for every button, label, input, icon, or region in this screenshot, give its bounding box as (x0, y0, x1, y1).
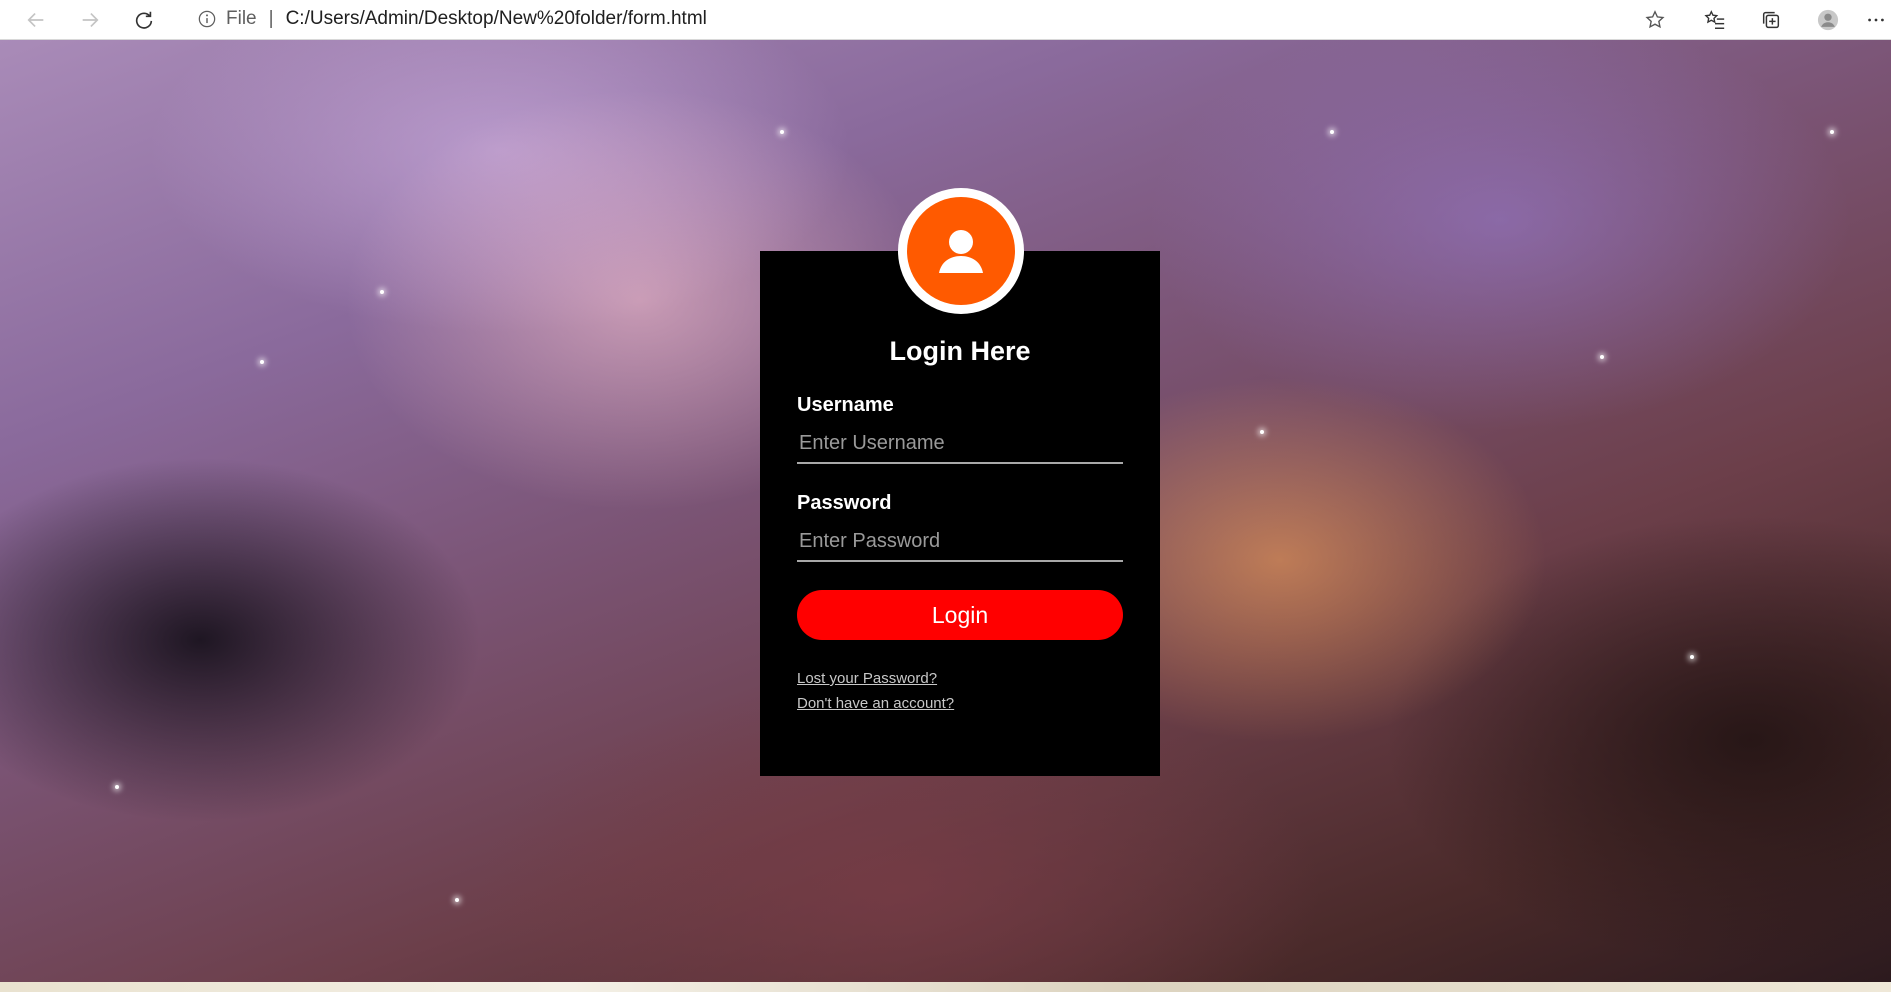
star-sparkle (780, 130, 784, 134)
site-label: File (226, 8, 257, 29)
refresh-button[interactable] (128, 4, 160, 36)
profile-button[interactable] (1812, 4, 1844, 36)
star-sparkle (380, 290, 384, 294)
star-sparkle (260, 360, 264, 364)
more-icon (1868, 18, 1884, 22)
login-button[interactable]: Login (797, 590, 1123, 640)
signup-link[interactable]: Don't have an account? (797, 695, 954, 712)
address-bar[interactable]: File | C:/Users/Admin/Desktop/New%20fold… (180, 2, 1630, 36)
forward-button[interactable] (74, 4, 106, 36)
profile-icon (1817, 9, 1839, 31)
username-label: Username (797, 394, 894, 416)
back-button[interactable] (20, 4, 52, 36)
more-button[interactable] (1862, 4, 1890, 36)
star-icon (1645, 10, 1665, 29)
taskbar-edge (0, 982, 1891, 992)
password-input[interactable] (797, 522, 1123, 562)
star-sparkle (1600, 355, 1604, 359)
avatar-badge (907, 197, 1015, 305)
star-sparkle (115, 785, 119, 789)
star-sparkle (1330, 130, 1334, 134)
favorite-star-button[interactable] (1639, 4, 1671, 36)
star-sparkle (1830, 130, 1834, 134)
refresh-icon (135, 11, 153, 29)
arrow-left-icon (27, 12, 44, 28)
username-input[interactable] (797, 424, 1123, 464)
user-icon (939, 230, 983, 273)
star-sparkle (1690, 655, 1694, 659)
address-separator: | (268, 8, 274, 29)
star-sparkle (1260, 430, 1264, 434)
favorites-icon (1704, 10, 1725, 29)
url-text[interactable]: C:/Users/Admin/Desktop/New%20folder/form… (286, 8, 707, 30)
password-label: Password (797, 492, 892, 514)
favorites-button[interactable] (1699, 4, 1731, 36)
browser-toolbar: File | C:/Users/Admin/Desktop/New%20fold… (0, 0, 1891, 40)
collections-button[interactable] (1755, 4, 1787, 36)
login-title: Login Here (889, 336, 1031, 366)
avatar (898, 188, 1024, 314)
lost-password-link[interactable]: Lost your Password? (797, 670, 937, 687)
collections-icon (1762, 11, 1780, 29)
star-sparkle (455, 898, 459, 902)
info-icon[interactable] (198, 10, 216, 28)
arrow-right-icon (82, 12, 99, 28)
